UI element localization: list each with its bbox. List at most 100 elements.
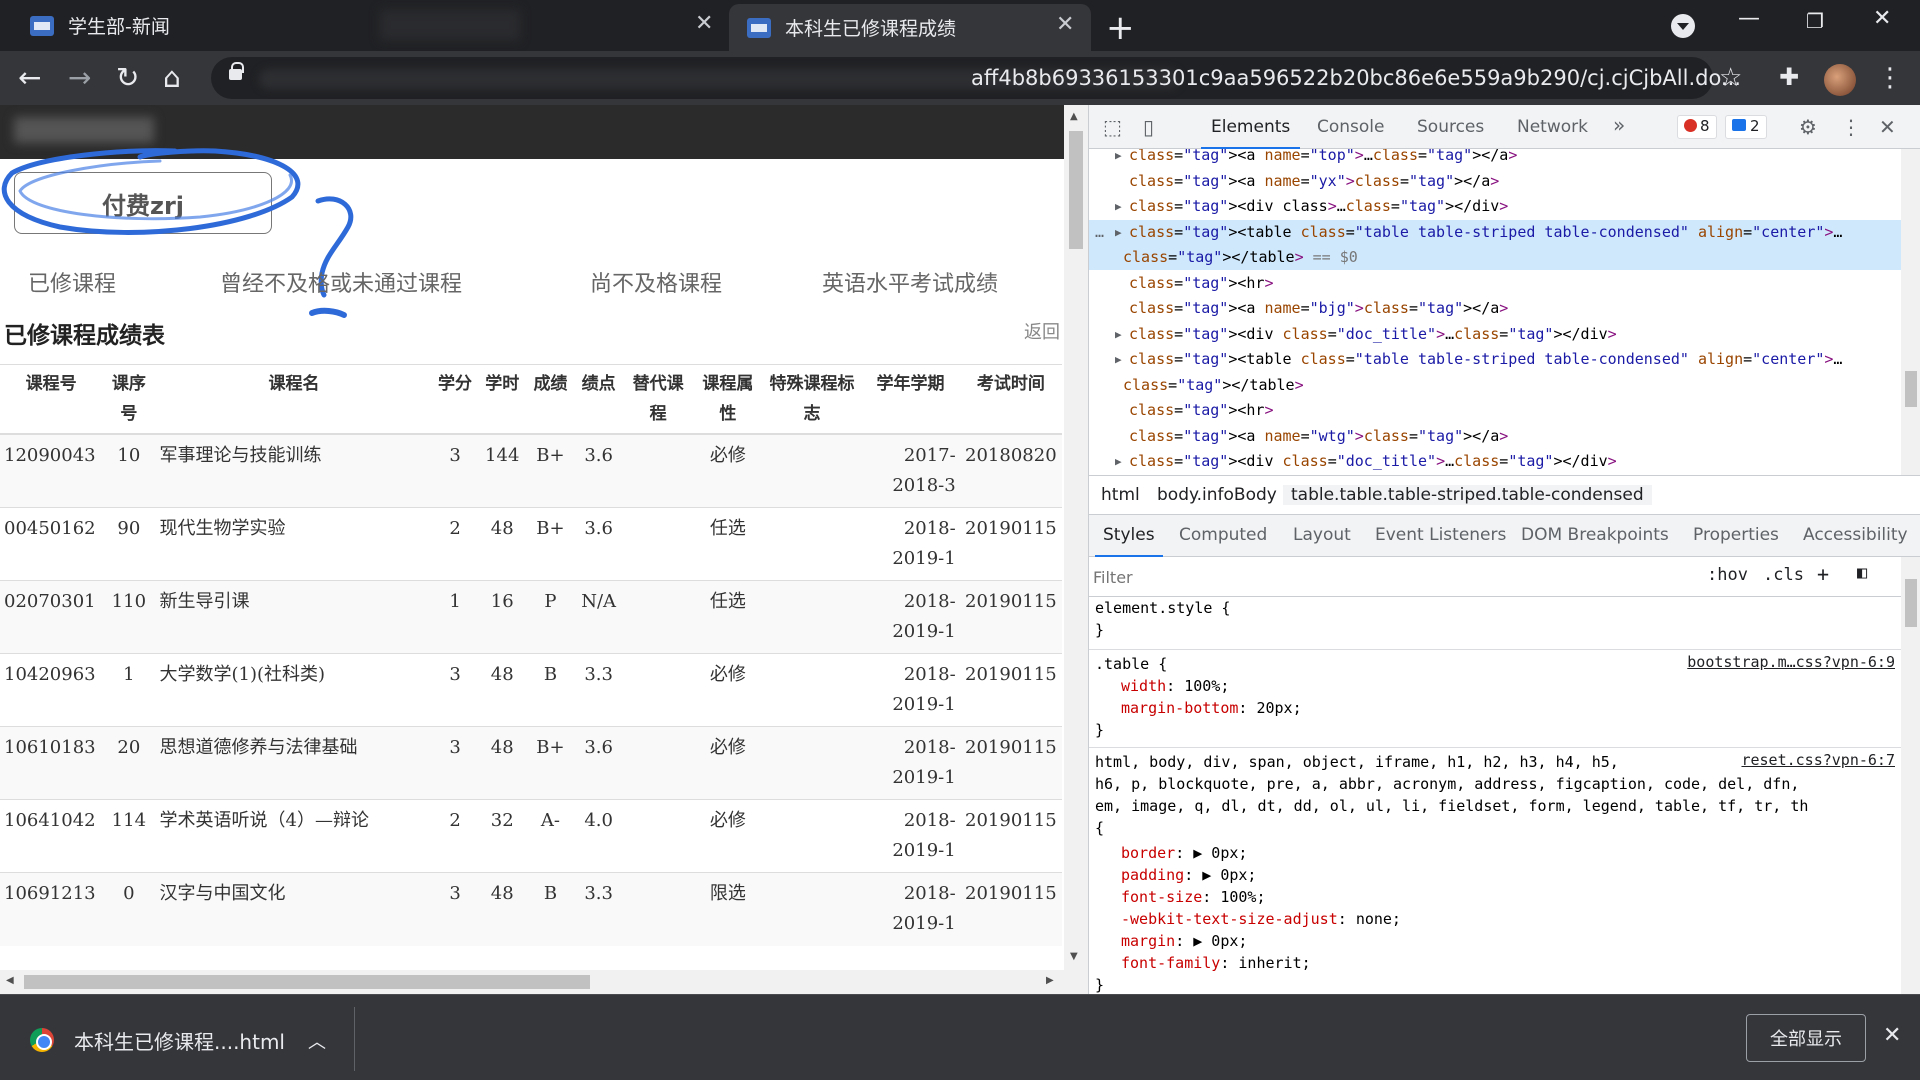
back-link[interactable]: 返回: [1024, 318, 1060, 344]
dom-node-line[interactable]: ▶ class="tag"><a name="top">…class="tag">…: [1089, 149, 1901, 168]
tab-elements[interactable]: Elements: [1200, 117, 1301, 149]
message-badge[interactable]: 2: [1725, 115, 1767, 139]
forward-icon[interactable]: →: [68, 61, 91, 94]
tab-search-icon[interactable]: [1671, 14, 1695, 38]
crumb-body[interactable]: body.infoBody: [1157, 485, 1277, 505]
styles-scrollbar[interactable]: [1901, 557, 1920, 994]
table-rule-selector[interactable]: .table {: [1095, 653, 1167, 675]
css-declaration[interactable]: font-size: 100%;: [1121, 886, 1266, 908]
tab-sources[interactable]: Sources: [1417, 117, 1484, 137]
download-item-name[interactable]: 本科生已修课程....html: [74, 1026, 285, 1055]
table-rule-source-link[interactable]: bootstrap.m…css?vpn-6:9: [1687, 653, 1895, 671]
css-declaration[interactable]: width: 100%;: [1121, 675, 1229, 697]
dom-node-line[interactable]: class="tag"></table>: [1089, 373, 1901, 398]
tab-computed[interactable]: Computed: [1179, 525, 1267, 545]
profile-avatar[interactable]: [1824, 64, 1856, 96]
tab-student-news[interactable]: 学生部-新闻 ✕: [0, 0, 716, 51]
show-all-button[interactable]: 全部显示: [1746, 1014, 1866, 1062]
scroll-right-icon[interactable]: ▶: [1046, 975, 1054, 986]
scroll-thumb[interactable]: [24, 975, 590, 989]
page-vertical-scrollbar[interactable]: ▲ ▼: [1064, 105, 1088, 994]
pay-button[interactable]: 付费zrj: [14, 172, 272, 234]
extensions-puzzle-icon[interactable]: ✚: [1779, 63, 1799, 91]
tab-grades[interactable]: 本科生已修课程成绩 ✕: [729, 4, 1091, 51]
tab-layout[interactable]: Layout: [1293, 525, 1351, 545]
css-declaration[interactable]: font-family: inherit;: [1121, 952, 1311, 974]
scroll-thumb[interactable]: [1069, 131, 1083, 249]
home-icon[interactable]: ⌂: [163, 61, 181, 94]
dom-node-line[interactable]: ▶ class="tag"><table class="table table-s…: [1089, 347, 1901, 372]
settings-gear-icon[interactable]: ⚙: [1799, 115, 1817, 139]
tab-styles[interactable]: Styles: [1095, 525, 1163, 557]
element-style-selector[interactable]: element.style {: [1095, 597, 1230, 619]
css-declaration[interactable]: margin-bottom: 20px;: [1121, 697, 1302, 719]
new-rule-icon[interactable]: +: [1817, 562, 1829, 586]
chevron-up-icon[interactable]: ︿: [308, 1028, 326, 1054]
hov-toggle[interactable]: :hov: [1707, 565, 1748, 585]
restore-icon[interactable]: ❐: [1806, 9, 1824, 33]
expand-triangle-icon[interactable]: ▶: [1115, 149, 1122, 168]
scroll-left-icon[interactable]: ◀: [6, 975, 14, 986]
crumb-table[interactable]: table.table.table-striped.table-condense…: [1283, 485, 1652, 505]
reset-rule-selector[interactable]: em, image, q, dl, dt, dd, ol, ul, li, fi…: [1095, 795, 1808, 817]
expand-triangle-icon[interactable]: ▶: [1115, 220, 1122, 245]
css-declaration[interactable]: margin: ▶ 0px;: [1121, 930, 1247, 952]
dom-node-line[interactable]: ▶ class="tag"><div class="doc_title">…cla…: [1089, 322, 1901, 347]
tab-network[interactable]: Network: [1517, 117, 1588, 137]
dom-node-line[interactable]: class="tag"><hr>: [1089, 271, 1901, 296]
tab-accessibility[interactable]: Accessibility: [1803, 525, 1908, 545]
scroll-up-icon[interactable]: ▲: [1070, 111, 1078, 122]
dom-node-line[interactable]: ▶ class="tag"><div class="doc_title">…cla…: [1089, 449, 1901, 474]
dom-tree[interactable]: ▶ class="tag"><a name="top">…class="tag">…: [1089, 149, 1901, 475]
close-devtools-icon[interactable]: ✕: [1879, 115, 1896, 139]
reset-rule-source-link[interactable]: reset.css?vpn-6:7: [1741, 751, 1895, 769]
node-actions-icon[interactable]: …: [1095, 220, 1104, 245]
tab-failed-courses[interactable]: 曾经不及格或未通过课程: [220, 266, 462, 298]
css-declaration[interactable]: padding: ▶ 0px;: [1121, 864, 1256, 886]
tab-event-listeners[interactable]: Event Listeners: [1375, 525, 1506, 545]
tab-dom-breakpoints[interactable]: DOM Breakpoints: [1521, 525, 1669, 545]
scroll-down-icon[interactable]: ▼: [1070, 951, 1078, 962]
cls-toggle[interactable]: .cls: [1763, 565, 1804, 585]
dom-scrollbar[interactable]: [1901, 149, 1920, 475]
device-toolbar-icon[interactable]: ▯: [1143, 115, 1154, 139]
expand-triangle-icon[interactable]: ▶: [1115, 449, 1122, 474]
reset-rule-selector[interactable]: html, body, div, span, object, iframe, h…: [1095, 751, 1619, 773]
scroll-thumb[interactable]: [1905, 579, 1917, 627]
expand-triangle-icon[interactable]: ▶: [1115, 347, 1122, 372]
css-declaration[interactable]: border: ▶ 0px;: [1121, 842, 1247, 864]
error-badge[interactable]: 8: [1677, 115, 1717, 139]
dom-node-line[interactable]: … ▶ class="tag"><table class="table table-…: [1089, 219, 1901, 245]
page-horizontal-scrollbar[interactable]: ◀ ▶: [0, 970, 1064, 994]
tab-not-passed-courses[interactable]: 尚不及格课程: [590, 266, 722, 298]
close-tab-icon[interactable]: ✕: [1056, 12, 1074, 37]
styles-filter-input[interactable]: [1093, 563, 1673, 591]
close-window-icon[interactable]: ✕: [1873, 6, 1891, 31]
tab-english-scores[interactable]: 英语水平考试成绩: [822, 266, 998, 298]
dom-node-line[interactable]: class="tag"><hr>: [1089, 398, 1901, 423]
expand-triangle-icon[interactable]: ▶: [1115, 322, 1122, 347]
devtools-menu-icon[interactable]: ⋮: [1841, 115, 1861, 139]
address-bar[interactable]: aff4b8b69336153301c9aa596522b20bc86e6e55…: [211, 57, 1741, 99]
expand-triangle-icon[interactable]: ▶: [1115, 194, 1122, 219]
inspect-element-icon[interactable]: ⬚: [1103, 115, 1122, 139]
reset-rule-selector[interactable]: h6, p, blockquote, pre, a, abbr, acronym…: [1095, 773, 1799, 795]
crumb-html[interactable]: html: [1101, 485, 1140, 505]
reload-icon[interactable]: ↻: [116, 61, 139, 94]
chrome-menu-icon[interactable]: ⋮: [1877, 63, 1903, 93]
close-shelf-icon[interactable]: ✕: [1883, 1023, 1901, 1048]
more-tabs-icon[interactable]: »: [1613, 113, 1625, 137]
tab-console[interactable]: Console: [1317, 117, 1385, 137]
tab-completed-courses[interactable]: 已修课程: [28, 266, 116, 298]
minimize-icon[interactable]: —: [1738, 6, 1760, 31]
close-tab-icon[interactable]: ✕: [695, 11, 713, 36]
scroll-thumb[interactable]: [1905, 371, 1917, 407]
tab-properties[interactable]: Properties: [1693, 525, 1779, 545]
dom-node-line[interactable]: class="tag"><a name="bjg">class="tag"></…: [1089, 296, 1901, 321]
toggle-sidebar-icon[interactable]: ◧: [1857, 563, 1867, 583]
dom-node-line[interactable]: class="tag"><a name="wtg">class="tag"></…: [1089, 424, 1901, 449]
dom-node-line[interactable]: class="tag"><a name="yx">class="tag"></a…: [1089, 169, 1901, 194]
bookmark-star-icon[interactable]: ☆: [1719, 63, 1742, 93]
css-declaration[interactable]: -webkit-text-size-adjust: none;: [1121, 908, 1401, 930]
dom-node-line[interactable]: ▶ class="tag"><div class>…class="tag"></d…: [1089, 194, 1901, 219]
